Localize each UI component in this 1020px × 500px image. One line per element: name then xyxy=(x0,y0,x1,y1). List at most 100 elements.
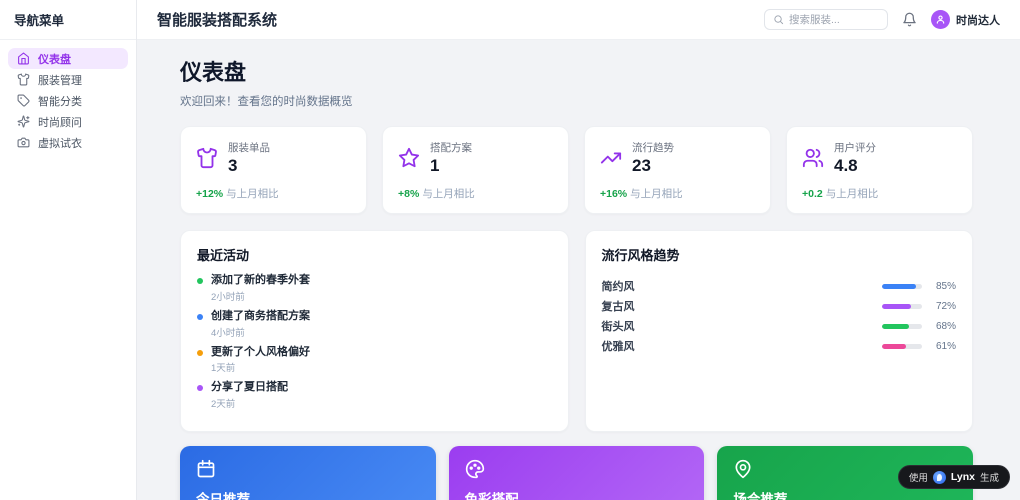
trend-bar-track xyxy=(882,323,922,329)
activity-time: 1天前 xyxy=(211,363,236,375)
trend-bar-fill xyxy=(882,303,911,309)
trend-label: 简约风 xyxy=(601,281,635,293)
trend-percent: 61% xyxy=(935,340,956,352)
action-title: 今日推荐 xyxy=(196,492,250,500)
stat-delta: +16% xyxy=(600,188,628,200)
lynx-logo-icon xyxy=(932,470,946,484)
trend-row: 复古风 72% xyxy=(602,296,957,316)
sidebar-nav: 仪表盘 服装管理 智能分类 时尚顾问 虚拟试衣 xyxy=(0,40,136,161)
avatar xyxy=(931,10,950,29)
stat-delta-suffix: 与上月相比 xyxy=(422,188,475,200)
bell-icon[interactable] xyxy=(902,12,917,27)
stat-card-clothing-items[interactable]: 服装单品 3 +12% 与上月相比 xyxy=(180,126,367,214)
stat-card-user-rating[interactable]: 用户评分 4.8 +0.2 与上月相比 xyxy=(786,126,973,214)
panel-title: 最近活动 xyxy=(197,248,250,263)
stat-value: 3 xyxy=(228,156,238,175)
action-title: 场合推荐 xyxy=(733,492,788,500)
trend-bar-track xyxy=(882,303,922,309)
recent-activity-panel: 最近活动 添加了新的春季外套 2小时前 创建了商务搭配方案 4小时前 更新了个人… xyxy=(180,230,569,432)
app-title: 智能服装搭配系统 xyxy=(157,12,278,29)
trending-up-icon xyxy=(600,147,622,169)
page-title: 仪表盘 xyxy=(180,60,247,85)
user-name: 时尚达人 xyxy=(956,14,1000,27)
sidebar: 导航菜单 仪表盘 服装管理 智能分类 时尚顾问 虚拟试衣 xyxy=(0,0,137,500)
trend-label: 街头风 xyxy=(601,321,635,333)
activity-item: 创建了商务搭配方案 4小时前 xyxy=(197,310,552,339)
stat-label: 流行趋势 xyxy=(632,142,674,154)
trend-bar-fill xyxy=(882,283,916,289)
stat-card-outfit-plans[interactable]: 搭配方案 1 +8% 与上月相比 xyxy=(382,126,569,214)
stat-card-trends[interactable]: 流行趋势 23 +16% 与上月相比 xyxy=(584,126,771,214)
activity-item: 分享了夏日搭配 2天前 xyxy=(197,381,552,410)
panel-title: 流行风格趋势 xyxy=(601,248,680,263)
palette-icon xyxy=(465,459,689,479)
sidebar-item-label: 仪表盘 xyxy=(38,53,71,66)
search-icon xyxy=(773,14,784,25)
topbar: 智能服装搭配系统 时尚达人 xyxy=(137,0,1020,40)
sidebar-item-dashboard[interactable]: 仪表盘 xyxy=(8,48,128,69)
stat-delta-suffix: 与上月相比 xyxy=(226,188,279,200)
trend-bar-track xyxy=(882,283,922,289)
home-icon xyxy=(17,52,30,65)
stat-delta-suffix: 与上月相比 xyxy=(630,188,683,200)
main-content: 仪表盘 欢迎回来！查看您的时尚数据概览 服装单品 3 +12% 与上月相比 搭配… xyxy=(137,40,1020,500)
shirt-icon xyxy=(196,147,218,169)
sidebar-title: 导航菜单 xyxy=(0,0,136,40)
sidebar-item-fitting[interactable]: 虚拟试衣 xyxy=(8,132,128,153)
users-icon xyxy=(802,147,824,169)
activity-dot xyxy=(197,349,203,356)
sidebar-item-clothing[interactable]: 服装管理 xyxy=(8,69,128,90)
activity-time: 4小时前 xyxy=(211,327,245,339)
calendar-icon xyxy=(196,459,420,479)
activity-dot xyxy=(197,313,203,320)
activity-text: 分享了夏日搭配 xyxy=(211,381,288,394)
stat-delta: +0.2 xyxy=(802,188,823,200)
stats-row: 服装单品 3 +12% 与上月相比 搭配方案 1 +8% 与上月相比 流行趋势 … xyxy=(180,126,973,214)
sidebar-item-advisor[interactable]: 时尚顾问 xyxy=(8,111,128,132)
stat-delta: +12% xyxy=(196,188,224,200)
trend-bar-fill xyxy=(882,323,910,329)
trend-bar-fill xyxy=(882,343,907,349)
tag-icon xyxy=(17,94,30,107)
sidebar-item-label: 时尚顾问 xyxy=(38,116,82,129)
stat-delta: +8% xyxy=(398,188,420,200)
shirt-icon xyxy=(17,73,30,86)
activity-time: 2小时前 xyxy=(211,291,245,303)
trend-bar-track xyxy=(882,343,922,349)
trend-label: 优雅风 xyxy=(601,341,635,353)
trend-percent: 72% xyxy=(935,300,956,312)
stat-label: 搭配方案 xyxy=(430,142,472,154)
sidebar-item-label: 虚拟试衣 xyxy=(38,137,82,150)
lynx-badge[interactable]: 使用 Lynx 生成 xyxy=(897,465,1010,489)
activity-text: 创建了商务搭配方案 xyxy=(211,309,310,322)
activity-item: 更新了个人风格偏好 1天前 xyxy=(197,346,552,375)
page-subtitle: 欢迎回来！查看您的时尚数据概览 xyxy=(180,96,353,108)
stat-delta-suffix: 与上月相比 xyxy=(825,188,879,200)
star-icon xyxy=(398,147,420,169)
stat-value: 4.8 xyxy=(834,156,858,175)
action-card-today-recommendation[interactable]: 今日推荐 基于天气和日程的智能搭配建议 xyxy=(180,446,436,500)
stat-value: 23 xyxy=(632,156,651,175)
activity-dot xyxy=(197,385,203,392)
main-column: 智能服装搭配系统 时尚达人 仪表盘 欢迎回来！查看您的时尚数据概览 xyxy=(137,0,1020,500)
action-title: 色彩搭配 xyxy=(464,492,519,500)
activity-time: 2天前 xyxy=(211,399,236,410)
lynx-brand: Lynx xyxy=(950,471,975,483)
lynx-badge-suffix: 生成 xyxy=(979,473,999,484)
stat-value: 1 xyxy=(430,156,440,175)
sidebar-item-label: 智能分类 xyxy=(38,95,82,108)
camera-icon xyxy=(17,136,30,149)
sidebar-item-classification[interactable]: 智能分类 xyxy=(8,90,128,111)
action-card-color-matching[interactable]: 色彩搭配 AI智能色彩匹配和和谐搭配 xyxy=(448,446,705,500)
sidebar-item-label: 服装管理 xyxy=(38,74,82,87)
search-input[interactable] xyxy=(789,13,879,26)
activity-dot xyxy=(197,278,203,284)
activity-item: 添加了新的春季外套 2小时前 xyxy=(197,274,552,303)
trend-row: 街头风 68% xyxy=(602,316,957,336)
trend-label: 复古风 xyxy=(601,301,635,313)
stat-label: 用户评分 xyxy=(834,142,876,154)
user-menu[interactable]: 时尚达人 xyxy=(931,10,1000,29)
stat-label: 服装单品 xyxy=(228,142,270,154)
search-box[interactable] xyxy=(764,9,888,30)
style-trends-panel: 流行风格趋势 简约风 85% 复古风 72% 街头风 68% 优雅风 61% xyxy=(584,230,973,432)
